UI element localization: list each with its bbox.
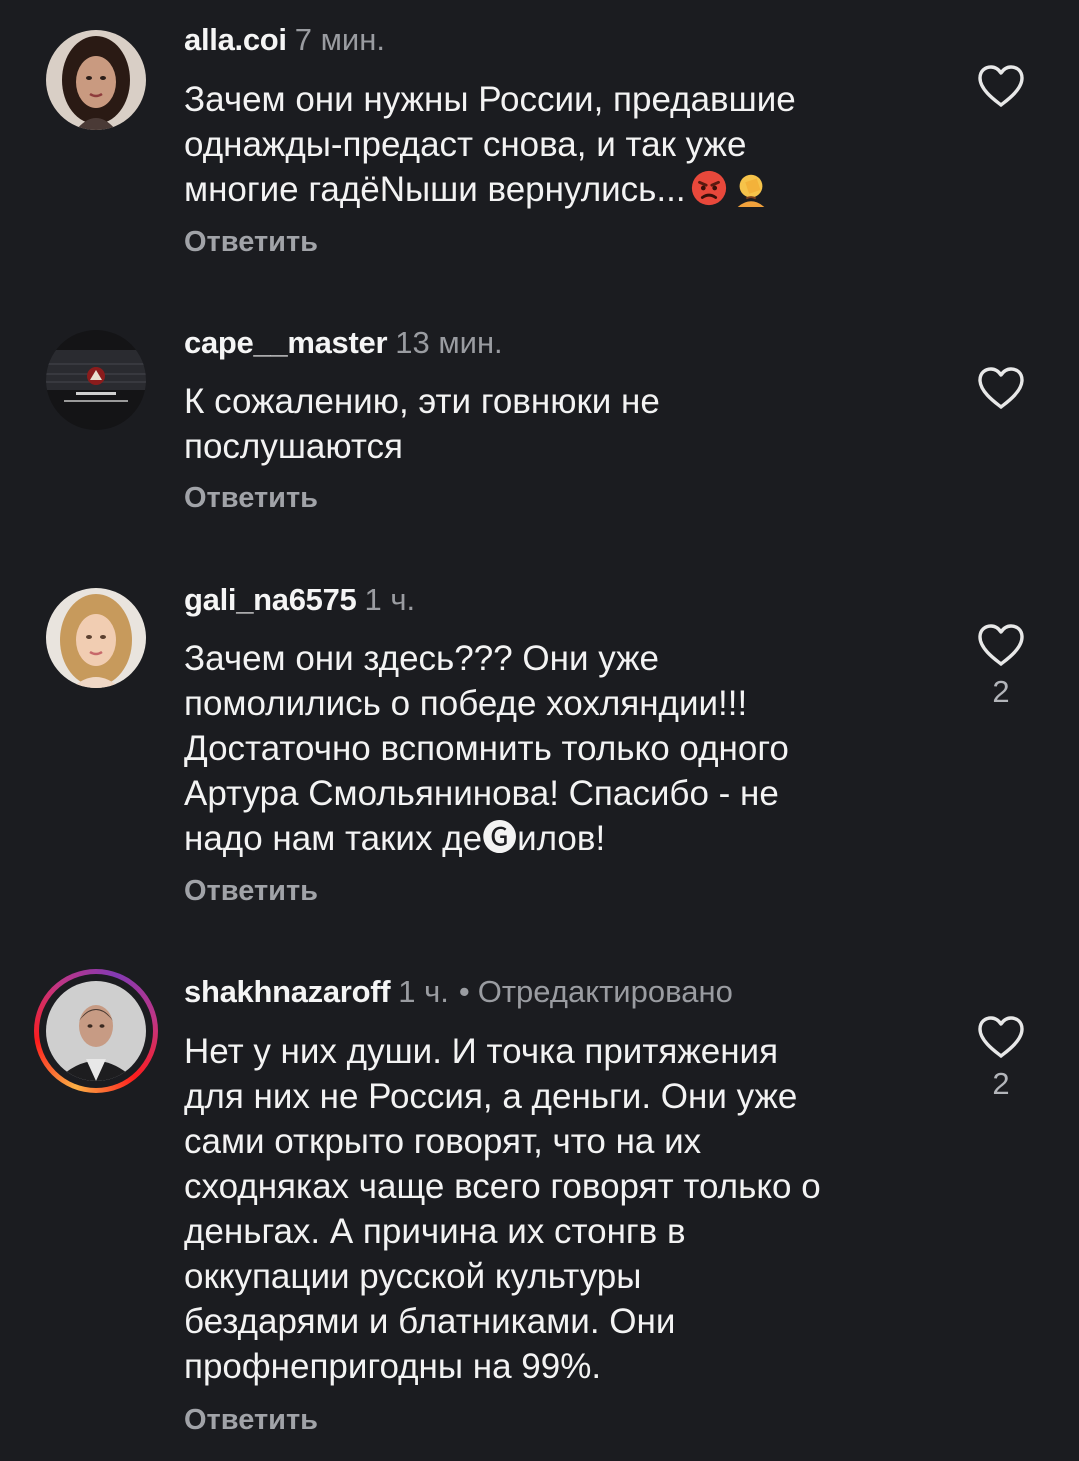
- reply-button[interactable]: Ответить: [184, 1404, 318, 1437]
- timestamp: 1 ч.: [398, 974, 449, 1009]
- username[interactable]: alla.coi: [184, 22, 287, 57]
- comment-text: Нет у них души. И точка притяжения для н…: [184, 1032, 821, 1386]
- timestamp: 1 ч.: [364, 582, 416, 617]
- comment-text: Зачем они нужны России, предавшие однажд…: [184, 77, 929, 212]
- separator-dot: •: [458, 974, 470, 1009]
- reply-button[interactable]: Ответить: [184, 482, 318, 515]
- heart-outline-icon[interactable]: [976, 63, 1026, 109]
- comment-text: Зачем они здесь??? Они уже помолились о …: [184, 639, 789, 858]
- timestamp: 13 мин.: [395, 325, 503, 360]
- timestamp: 7 мин.: [294, 22, 385, 57]
- edited-label: Отредактировано: [477, 974, 733, 1009]
- comment-header: cape__master 13 мин.: [184, 325, 503, 361]
- like-control: 2: [976, 622, 1026, 710]
- like-count: 2: [992, 1066, 1010, 1101]
- story-ring[interactable]: [34, 969, 158, 1093]
- like-control: [976, 365, 1026, 417]
- heart-outline-icon[interactable]: [976, 365, 1026, 411]
- heart-outline-icon[interactable]: [976, 622, 1026, 668]
- avatar[interactable]: [46, 330, 146, 430]
- reply-button[interactable]: Ответить: [184, 226, 318, 259]
- username[interactable]: gali_na6575: [184, 582, 357, 617]
- avatar[interactable]: [46, 30, 146, 130]
- like-control: [976, 63, 1026, 115]
- comment-header: gali_na6575 1 ч.: [184, 582, 415, 618]
- comment-header: shakhnazaroff 1 ч. • Отредактировано: [184, 974, 733, 1010]
- avatar[interactable]: [46, 588, 146, 688]
- facepalm-icon: [732, 169, 770, 207]
- like-control: 2: [976, 1014, 1026, 1102]
- heart-outline-icon[interactable]: [976, 1014, 1026, 1060]
- reply-button[interactable]: Ответить: [184, 875, 318, 908]
- username[interactable]: cape__master: [184, 325, 388, 360]
- comment-header: alla.coi 7 мин.: [184, 22, 385, 58]
- avatar[interactable]: [46, 981, 146, 1081]
- angry-face-icon: [690, 169, 728, 207]
- username[interactable]: shakhnazaroff: [184, 974, 391, 1009]
- like-count: 2: [992, 674, 1010, 709]
- comment-text: К сожалению, эти говнюки не послушаются: [184, 382, 660, 466]
